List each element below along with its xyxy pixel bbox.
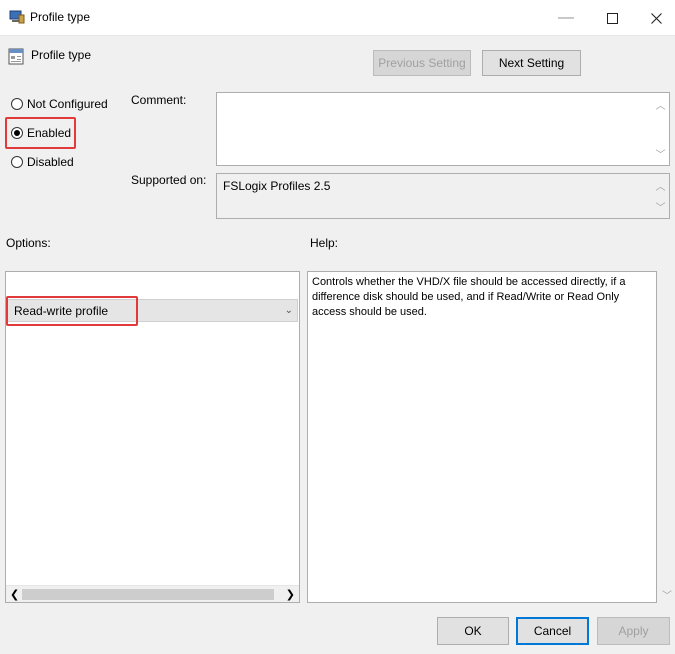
next-setting-button[interactable]: Next Setting — [482, 50, 581, 76]
radio-enabled-label: Enabled — [27, 126, 72, 140]
close-icon[interactable] — [633, 0, 675, 36]
radio-not-configured[interactable]: Not Configured — [11, 97, 108, 111]
previous-setting-button[interactable]: Previous Setting — [373, 50, 471, 76]
help-label: Help: — [310, 236, 339, 250]
supported-on-label: Supported on: — [131, 173, 207, 187]
comment-field[interactable]: ︿ ﹀ — [216, 92, 670, 166]
radio-disabled-label: Disabled — [27, 155, 74, 169]
radio-disabled-control[interactable] — [11, 156, 23, 168]
setting-title: Profile type — [31, 48, 92, 62]
scroll-left-icon[interactable]: ❮ — [10, 588, 19, 601]
policy-setting-icon — [8, 48, 24, 65]
scroll-up-icon[interactable]: ︿ — [656, 178, 666, 193]
radio-disabled[interactable]: Disabled — [11, 155, 74, 169]
apply-button[interactable]: Apply — [597, 617, 670, 645]
scroll-down-icon[interactable]: ﹀ — [656, 146, 666, 161]
dropdown-highlight-box — [6, 296, 138, 326]
scroll-right-icon[interactable]: ❯ — [286, 588, 295, 601]
help-scrollbar[interactable]: ﹀ — [660, 271, 673, 603]
radio-enabled-control[interactable] — [11, 127, 23, 139]
gpo-app-icon — [9, 10, 25, 24]
help-text: Controls whether the VHD/X file should b… — [312, 276, 626, 318]
scroll-down-icon[interactable]: ﹀ — [656, 199, 666, 214]
chevron-down-icon[interactable]: ⌄ — [285, 305, 293, 316]
cancel-button[interactable]: Cancel — [516, 617, 589, 645]
title-bar: Profile type — — [0, 0, 675, 36]
radio-not-configured-label: Not Configured — [27, 97, 108, 111]
window-title: Profile type — [30, 10, 91, 24]
comment-label: Comment: — [131, 93, 187, 107]
help-panel: Controls whether the VHD/X file should b… — [307, 271, 657, 603]
maximize-icon[interactable] — [589, 0, 635, 36]
scrollbar-thumb[interactable] — [22, 589, 274, 600]
radio-not-configured-control[interactable] — [11, 98, 23, 110]
comment-scrollbar[interactable]: ︿ ﹀ — [652, 93, 669, 165]
supported-on-scrollbar[interactable]: ︿ ﹀ — [652, 174, 669, 218]
supported-on-value: FSLogix Profiles 2.5 — [223, 179, 331, 193]
options-horizontal-scrollbar[interactable]: ❮ ❯ — [6, 585, 299, 602]
supported-on-field: FSLogix Profiles 2.5 ︿ ﹀ — [216, 173, 670, 219]
radio-selected-dot — [14, 130, 20, 136]
minimize-icon[interactable]: — — [543, 0, 589, 36]
ok-button[interactable]: OK — [437, 617, 509, 645]
scroll-down-icon[interactable]: ﹀ — [662, 587, 672, 602]
scroll-up-icon[interactable]: ︿ — [656, 97, 666, 112]
radio-enabled[interactable]: Enabled — [11, 126, 71, 140]
options-label: Options: — [6, 236, 51, 250]
